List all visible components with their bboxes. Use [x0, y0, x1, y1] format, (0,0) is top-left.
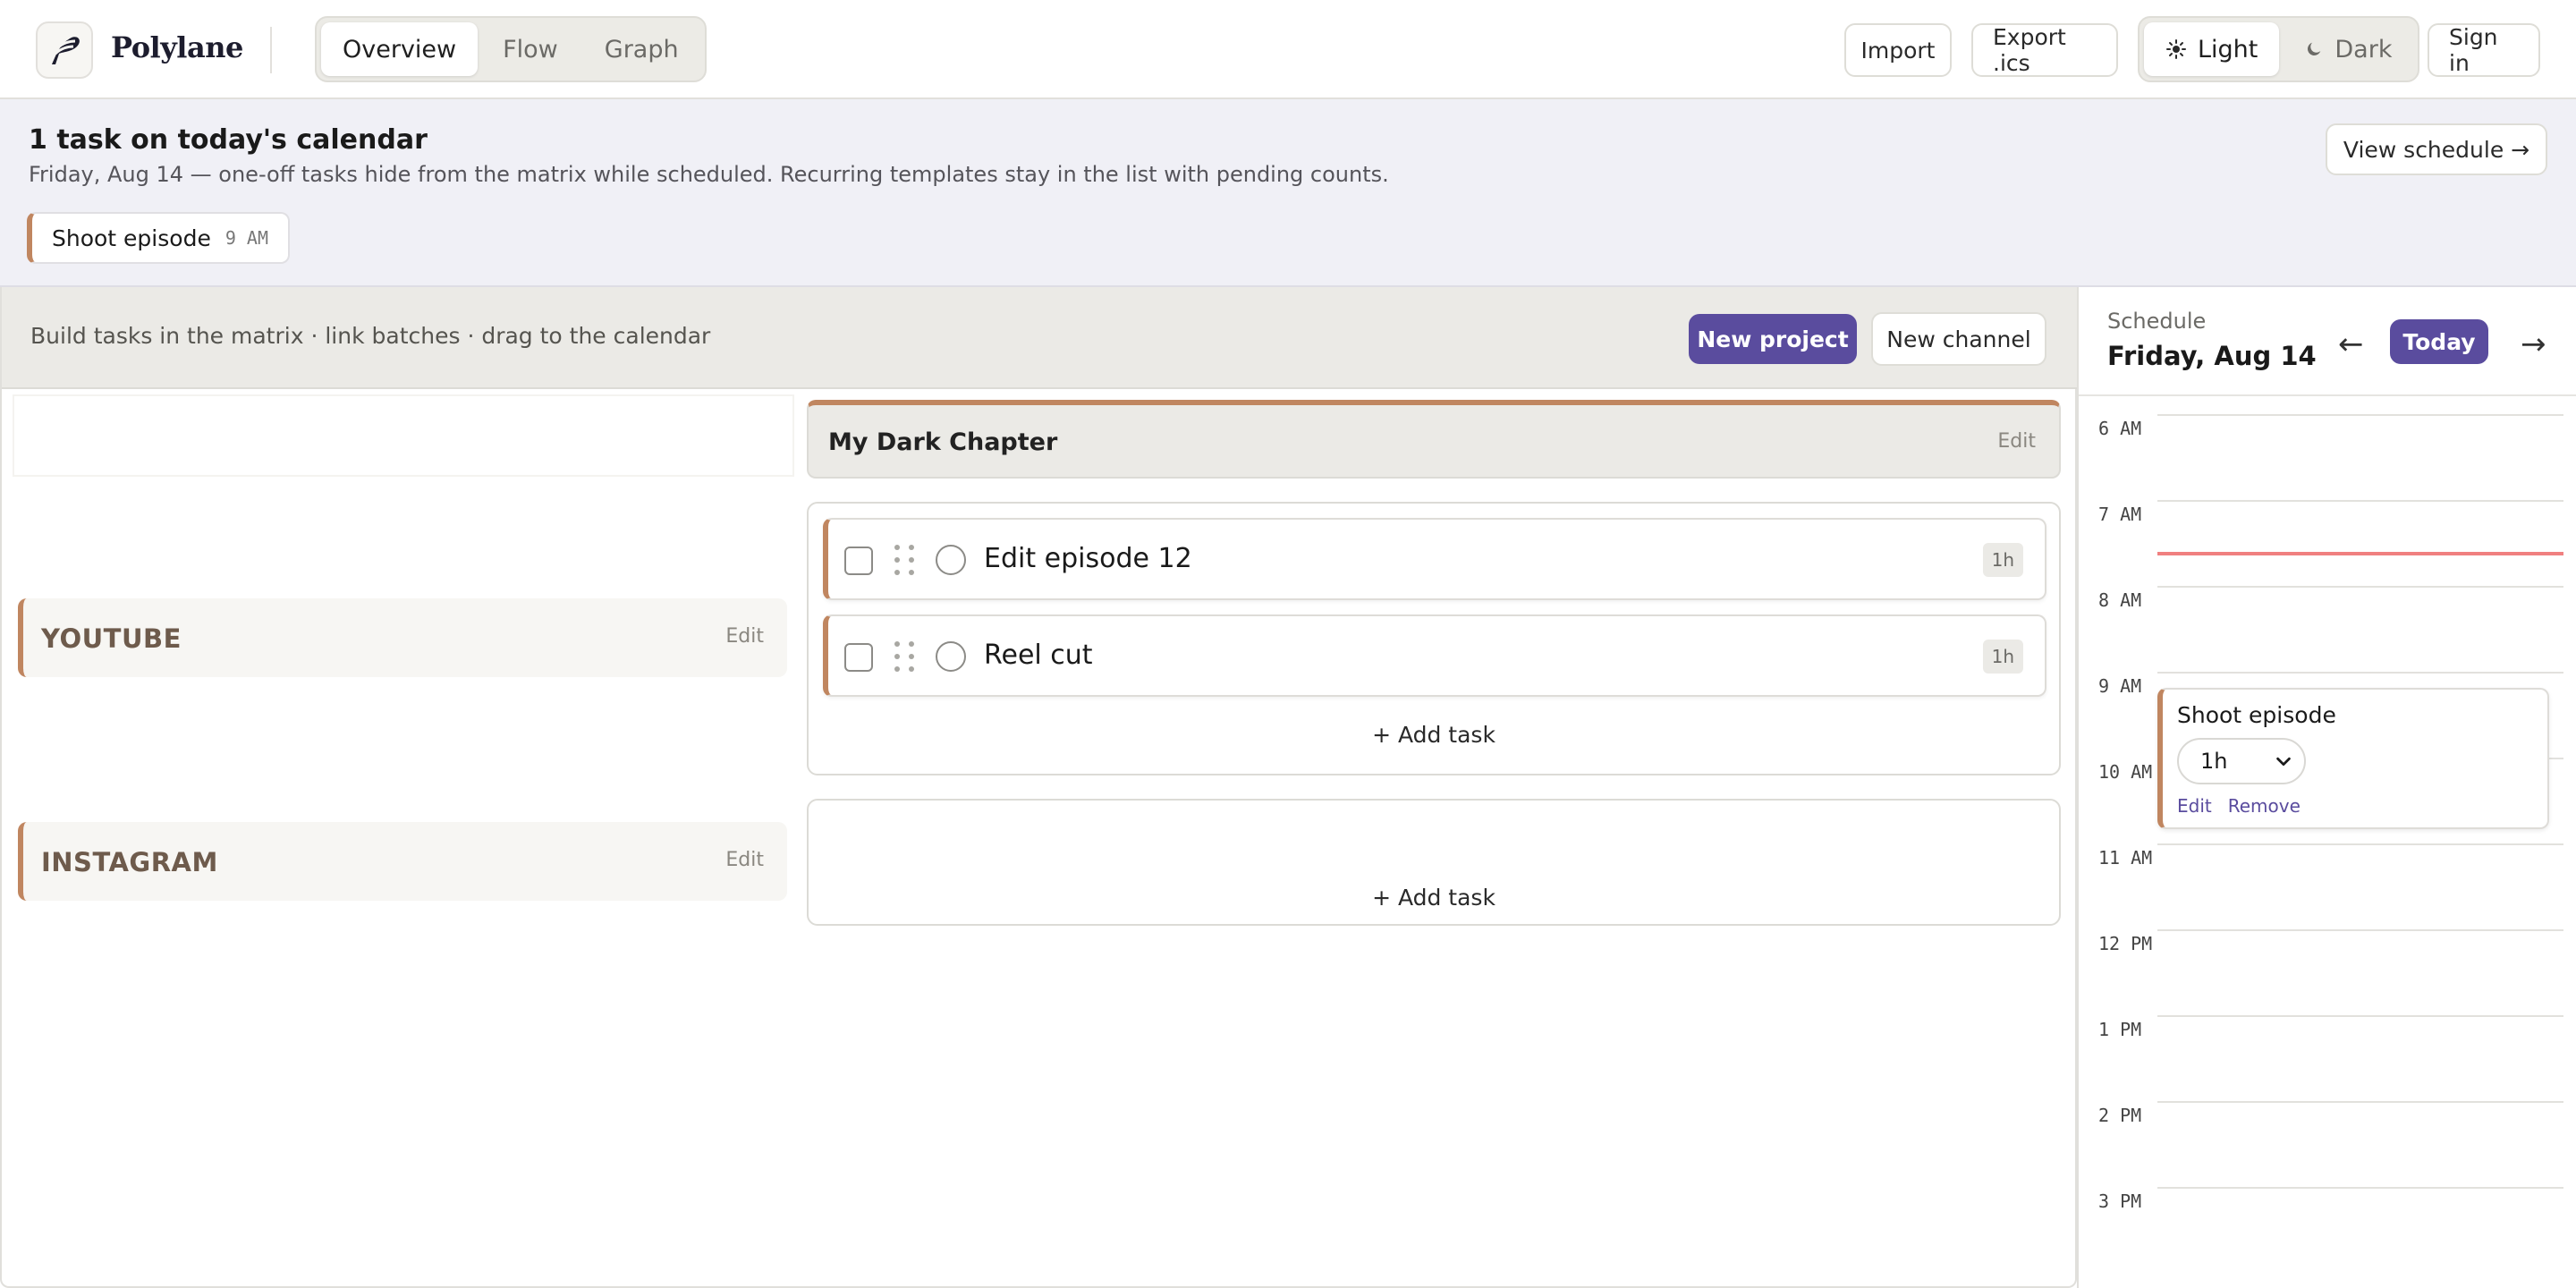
moon-icon [2308, 42, 2321, 56]
channel-youtube[interactable]: YOUTUBE Edit [18, 598, 787, 677]
drag-handle-icon[interactable] [894, 545, 916, 577]
hour-gridline [2157, 500, 2563, 502]
tab-overview[interactable]: Overview [321, 22, 479, 76]
matrix-hint: Build tasks in the matrix · link batches… [30, 323, 711, 349]
matrix-cell-youtube: Edit episode 12 1h Reel cut 1h + Add tas… [807, 502, 2061, 775]
import-button[interactable]: Import [1844, 23, 1952, 77]
theme-dark-option[interactable]: Dark [2283, 22, 2413, 76]
hour-label: 9 AM [2098, 675, 2142, 697]
hour-label: 11 AM [2098, 847, 2153, 869]
add-task-button[interactable]: + Add task [809, 885, 2059, 911]
hour-gridline [2157, 929, 2563, 931]
event-edit-link[interactable]: Edit [2177, 795, 2212, 817]
task-status-circle[interactable] [936, 641, 966, 672]
project-header[interactable]: My Dark Chapter Edit [807, 400, 2061, 479]
task-duration-badge: 1h [1982, 543, 2023, 577]
scheduled-task-chip[interactable]: Shoot episode 9 AM [27, 212, 290, 264]
chip-time: 9 AM [225, 227, 268, 249]
view-schedule-button[interactable]: View schedule → [2326, 123, 2547, 175]
channel-edit-link[interactable]: Edit [725, 849, 764, 871]
tab-graph[interactable]: Graph [583, 22, 700, 76]
today-banner: 1 task on today's calendar Friday, Aug 1… [0, 99, 2576, 287]
sign-in-button[interactable]: Sign in [2428, 23, 2540, 77]
chevron-down-icon [2276, 757, 2291, 767]
hour-gridline [2157, 843, 2563, 845]
schedule-label: Schedule [2107, 309, 2207, 334]
hour-gridline [2157, 672, 2563, 674]
event-duration-value: 1h [2200, 749, 2228, 774]
export-ics-button[interactable]: Export .ics [1971, 23, 2118, 77]
event-title: Shoot episode [2177, 702, 2336, 728]
matrix-panel: Build tasks in the matrix · link batches… [0, 287, 2077, 1288]
prev-day-arrow-icon[interactable]: ← [2338, 326, 2364, 362]
hour-label: 6 AM [2098, 418, 2142, 439]
task-checkbox[interactable] [844, 547, 873, 575]
tab-flow[interactable]: Flow [481, 22, 580, 76]
add-task-button[interactable]: + Add task [809, 722, 2059, 748]
task-checkbox[interactable] [844, 643, 873, 672]
hour-gridline [2157, 1015, 2563, 1017]
calendar-event[interactable]: Shoot episode 1h Edit Remove [2157, 688, 2549, 829]
hour-gridline [2157, 1187, 2563, 1189]
sun-icon [2166, 39, 2186, 59]
channel-name: YOUTUBE [41, 623, 182, 654]
schedule-date: Friday, Aug 14 [2107, 341, 2317, 371]
schedule-header: Schedule Friday, Aug 14 ← Today → [2079, 287, 2576, 396]
current-time-indicator [2157, 552, 2563, 555]
schedule-panel: Schedule Friday, Aug 14 ← Today → 6 AM 7 … [2077, 287, 2576, 1288]
polylane-logo-icon [52, 37, 80, 64]
task-status-circle[interactable] [936, 545, 966, 575]
hour-label: 10 AM [2098, 761, 2153, 783]
task-name: Reel cut [984, 640, 1093, 671]
drag-handle-icon[interactable] [894, 641, 916, 674]
hour-label: 1 PM [2098, 1019, 2142, 1040]
chip-title: Shoot episode [52, 225, 211, 251]
event-remove-link[interactable]: Remove [2228, 795, 2301, 817]
top-bar: Polylane Overview Flow Graph Import Expo… [0, 0, 2576, 99]
next-day-arrow-icon[interactable]: → [2521, 326, 2546, 362]
divider [270, 27, 272, 73]
app-logo[interactable] [36, 21, 93, 79]
hour-gridline [2157, 586, 2563, 588]
today-button[interactable]: Today [2390, 319, 2488, 364]
banner-subtitle: Friday, Aug 14 — one-off tasks hide from… [29, 162, 1389, 187]
event-actions: Edit Remove [2177, 795, 2301, 817]
matrix-toolbar: Build tasks in the matrix · link batches… [2, 287, 2077, 389]
task-name: Edit episode 12 [984, 543, 1192, 574]
app-name: Polylane [111, 30, 243, 64]
channel-lanes [13, 487, 794, 1072]
channel-name: INSTAGRAM [41, 847, 218, 877]
task-duration-badge: 1h [1982, 640, 2023, 674]
channel-edit-link[interactable]: Edit [725, 625, 764, 648]
hour-label: 3 PM [2098, 1191, 2142, 1212]
hour-label: 8 AM [2098, 589, 2142, 611]
channel-instagram[interactable]: INSTAGRAM Edit [18, 822, 787, 901]
new-project-button[interactable]: New project [1689, 314, 1857, 364]
hour-label: 12 PM [2098, 933, 2153, 954]
lane-header-spacer [13, 394, 794, 477]
hour-label: 7 AM [2098, 504, 2142, 525]
project-name: My Dark Chapter [828, 428, 1058, 456]
theme-light-label: Light [2198, 35, 2258, 64]
hour-label: 2 PM [2098, 1105, 2142, 1126]
new-channel-button[interactable]: New channel [1871, 312, 2046, 366]
theme-dark-label: Dark [2334, 35, 2393, 64]
hour-gridline [2157, 414, 2563, 416]
event-duration-select[interactable]: 1h [2177, 738, 2306, 784]
banner-title: 1 task on today's calendar [29, 124, 428, 156]
project-edit-link[interactable]: Edit [1997, 430, 2036, 453]
theme-light-option[interactable]: Light [2144, 22, 2280, 76]
hour-gridline [2157, 1101, 2563, 1103]
theme-switcher: Light Dark [2138, 16, 2420, 82]
task-card[interactable]: Reel cut 1h [823, 614, 2046, 697]
task-card[interactable]: Edit episode 12 1h [823, 518, 2046, 600]
view-switcher: Overview Flow Graph [315, 16, 707, 82]
matrix-cell-instagram: + Add task [807, 799, 2061, 926]
